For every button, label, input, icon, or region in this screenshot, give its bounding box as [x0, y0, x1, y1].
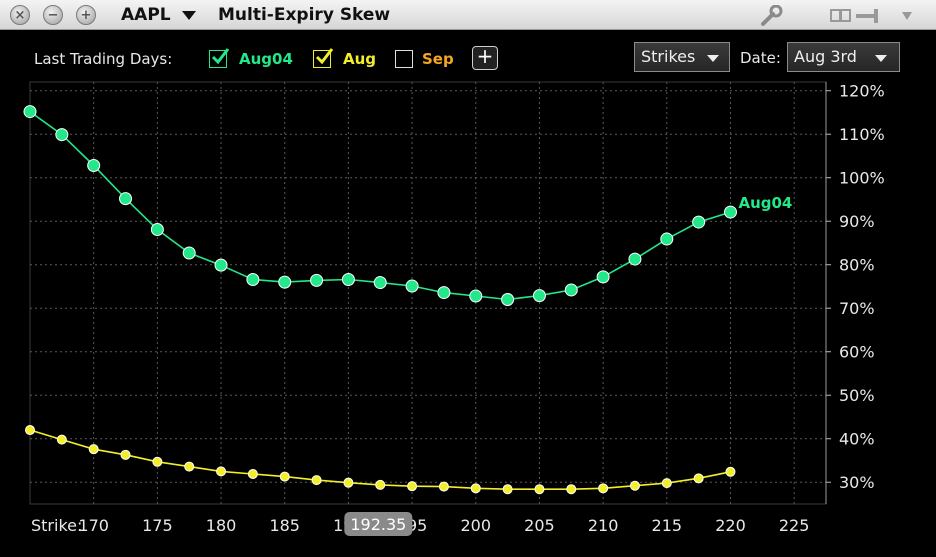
data-point [469, 289, 483, 303]
data-point [437, 286, 451, 300]
data-point [407, 481, 418, 492]
data-point [120, 449, 131, 460]
x-tick-label: 215 [652, 516, 683, 535]
y-tick-label: 50% [839, 386, 875, 405]
data-point [87, 159, 101, 173]
data-point [246, 273, 260, 287]
data-point [660, 232, 674, 246]
y-tick-label: 40% [839, 430, 875, 449]
data-point [373, 276, 387, 290]
data-point [438, 481, 449, 492]
data-point [629, 480, 640, 491]
data-point [598, 483, 609, 494]
data-point [88, 444, 99, 455]
data-point [310, 273, 324, 287]
data-point [247, 468, 258, 479]
series-line [29, 110, 731, 301]
data-point [311, 475, 322, 486]
data-point [375, 479, 386, 490]
data-point [23, 105, 37, 119]
data-point [55, 128, 69, 142]
data-point [343, 477, 354, 488]
data-point [341, 273, 355, 287]
y-tick-label: 120% [839, 82, 885, 101]
skew-chart[interactable]: 17017518018519019520020521021522022530%4… [0, 0, 936, 557]
data-point [279, 471, 290, 482]
data-point [692, 215, 706, 229]
x-tick-label: 205 [524, 516, 555, 535]
y-tick-label: 80% [839, 256, 875, 275]
x-tick-label: 210 [588, 516, 619, 535]
data-point [532, 289, 546, 303]
current-price-label: 192.35 [350, 515, 406, 534]
data-point [693, 473, 704, 484]
data-point [25, 425, 35, 436]
y-tick-label: 60% [839, 343, 875, 362]
data-point [150, 222, 164, 236]
data-point [501, 293, 515, 307]
data-point [405, 279, 419, 293]
y-tick-label: 70% [839, 299, 875, 318]
plot-area [29, 81, 827, 505]
x-tick-label: 225 [779, 516, 810, 535]
x-tick-label: 175 [142, 516, 173, 535]
x-tick-label: 185 [269, 516, 300, 535]
data-point [502, 484, 513, 495]
data-point [596, 270, 610, 284]
data-point [184, 461, 195, 472]
data-point [278, 275, 292, 289]
data-point [214, 258, 228, 272]
data-point [152, 456, 163, 467]
x-tick-label: 170 [78, 516, 109, 535]
data-point [725, 466, 736, 477]
x-tick-label: 220 [715, 516, 746, 535]
data-point [56, 434, 67, 445]
x-axis-label: Strike: [31, 516, 82, 535]
y-tick-label: 30% [839, 473, 875, 492]
data-point [566, 484, 577, 495]
x-tick-label: 180 [206, 516, 237, 535]
y-tick-label: 100% [839, 169, 885, 188]
data-point [723, 205, 737, 219]
data-point [534, 484, 545, 495]
data-point [119, 192, 133, 206]
x-tick-label: 200 [460, 516, 491, 535]
data-point [470, 483, 481, 494]
y-tick-label: 110% [839, 125, 885, 144]
data-point [216, 466, 227, 477]
data-point [564, 283, 578, 297]
data-point [661, 478, 672, 489]
y-tick-label: 90% [839, 212, 875, 231]
data-point [628, 252, 642, 266]
data-point [182, 246, 196, 260]
series-end-label: Aug04 [738, 194, 792, 212]
